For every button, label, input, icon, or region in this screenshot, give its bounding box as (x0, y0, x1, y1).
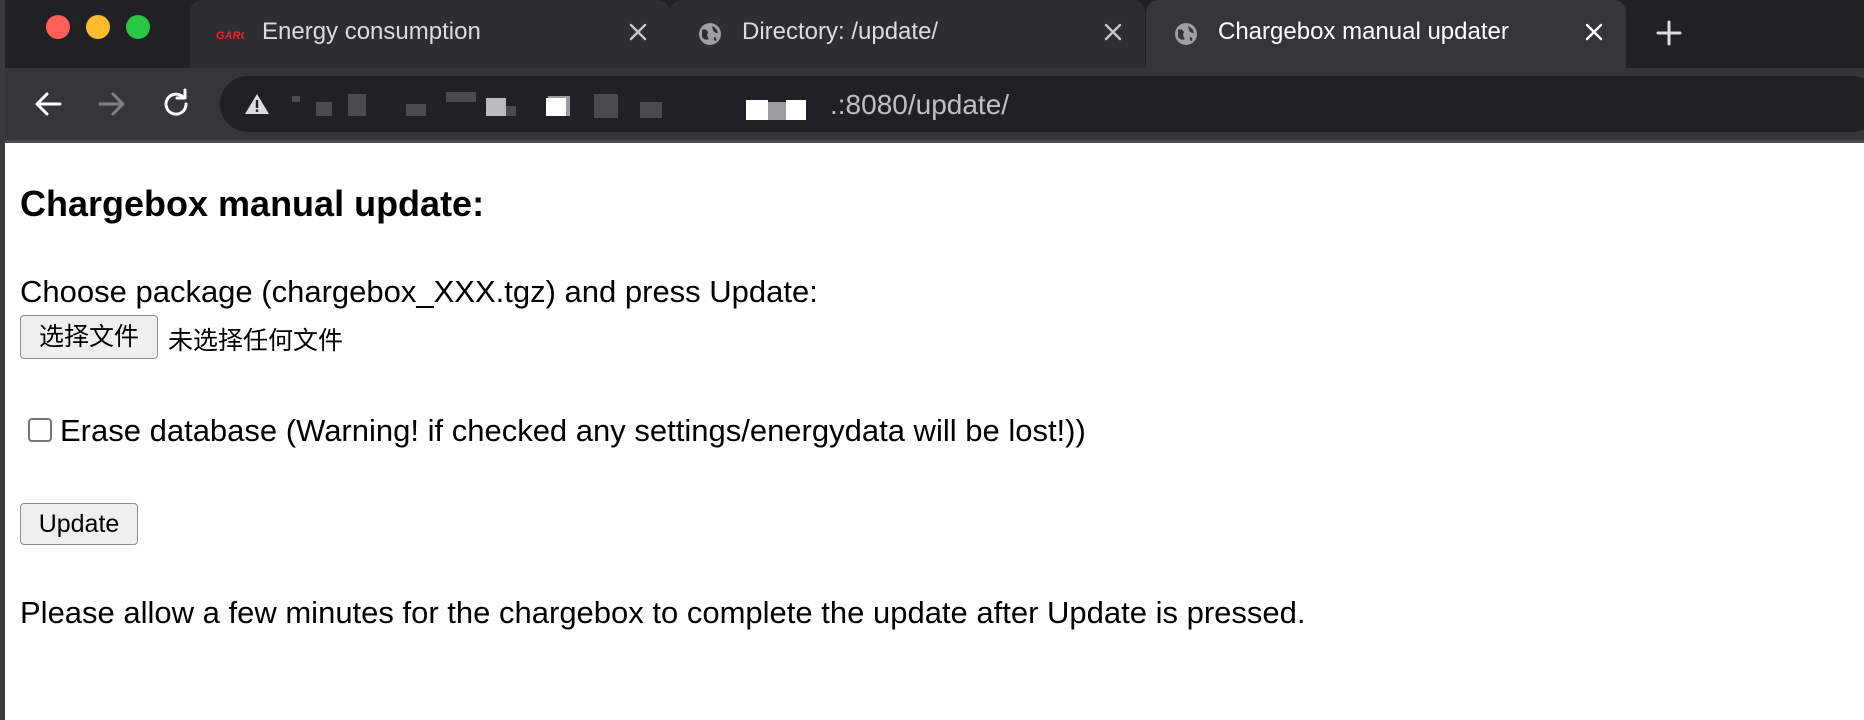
svg-text:GARO: GARO (216, 30, 244, 42)
close-icon[interactable] (1580, 18, 1608, 46)
window-minimize-button[interactable] (86, 15, 110, 39)
close-icon[interactable] (1099, 18, 1127, 46)
browser-toolbar: .:8080/update/ (0, 68, 1864, 140)
update-button[interactable]: Update (20, 503, 138, 545)
window-left-edge (0, 0, 5, 720)
tab-strip: GARO Energy consumption Directory: /upda… (0, 0, 1864, 68)
globe-icon (1172, 20, 1200, 48)
tab-directory-update[interactable]: Directory: /update/ (670, 0, 1145, 68)
address-bar[interactable]: .:8080/update/ (220, 76, 1864, 132)
back-arrow-icon[interactable] (30, 86, 66, 122)
redacted-block (546, 98, 566, 116)
choose-package-label: Choose package (chargebox_XXX.tgz) and p… (20, 274, 818, 309)
page-title: Chargebox manual update: (20, 183, 485, 224)
tab-title: Directory: /update/ (742, 18, 939, 45)
redacted-block (292, 96, 300, 102)
reload-icon[interactable] (158, 86, 194, 122)
erase-database-checkbox[interactable] (28, 418, 52, 442)
page-content: Chargebox manual update: Choose package … (20, 143, 1850, 720)
redacted-block (640, 102, 662, 118)
redacted-block (746, 100, 768, 120)
update-note: Please allow a few minutes for the charg… (20, 595, 1306, 630)
erase-database-label[interactable]: Erase database (Warning! if checked any … (60, 413, 1086, 449)
redacted-block (768, 102, 786, 120)
warning-icon[interactable] (244, 92, 270, 116)
new-tab-plus-icon[interactable] (1652, 16, 1686, 50)
tab-chargebox-manual-updater[interactable]: Chargebox manual updater (1146, 0, 1626, 68)
garo-logo-icon: GARO (216, 20, 249, 48)
redacted-block (486, 98, 506, 116)
tab-energy-consumption[interactable]: GARO Energy consumption (190, 0, 670, 68)
globe-icon (696, 20, 724, 48)
redacted-block (594, 94, 618, 118)
window-zoom-button[interactable] (126, 15, 150, 39)
tab-title: Chargebox manual updater (1218, 18, 1509, 45)
redacted-block (786, 100, 806, 120)
choose-file-button[interactable]: 选择文件 (20, 315, 158, 359)
close-icon[interactable] (624, 18, 652, 46)
redacted-block (406, 104, 426, 116)
redacted-block (316, 102, 332, 116)
address-url: .:8080/update/ (830, 89, 1010, 120)
tab-title: Energy consumption (262, 18, 481, 45)
window-close-button[interactable] (46, 15, 70, 39)
file-status-text: 未选择任何文件 (168, 326, 344, 355)
redacted-block (446, 92, 476, 102)
forward-arrow-icon[interactable] (94, 86, 130, 122)
redacted-block (348, 94, 366, 116)
